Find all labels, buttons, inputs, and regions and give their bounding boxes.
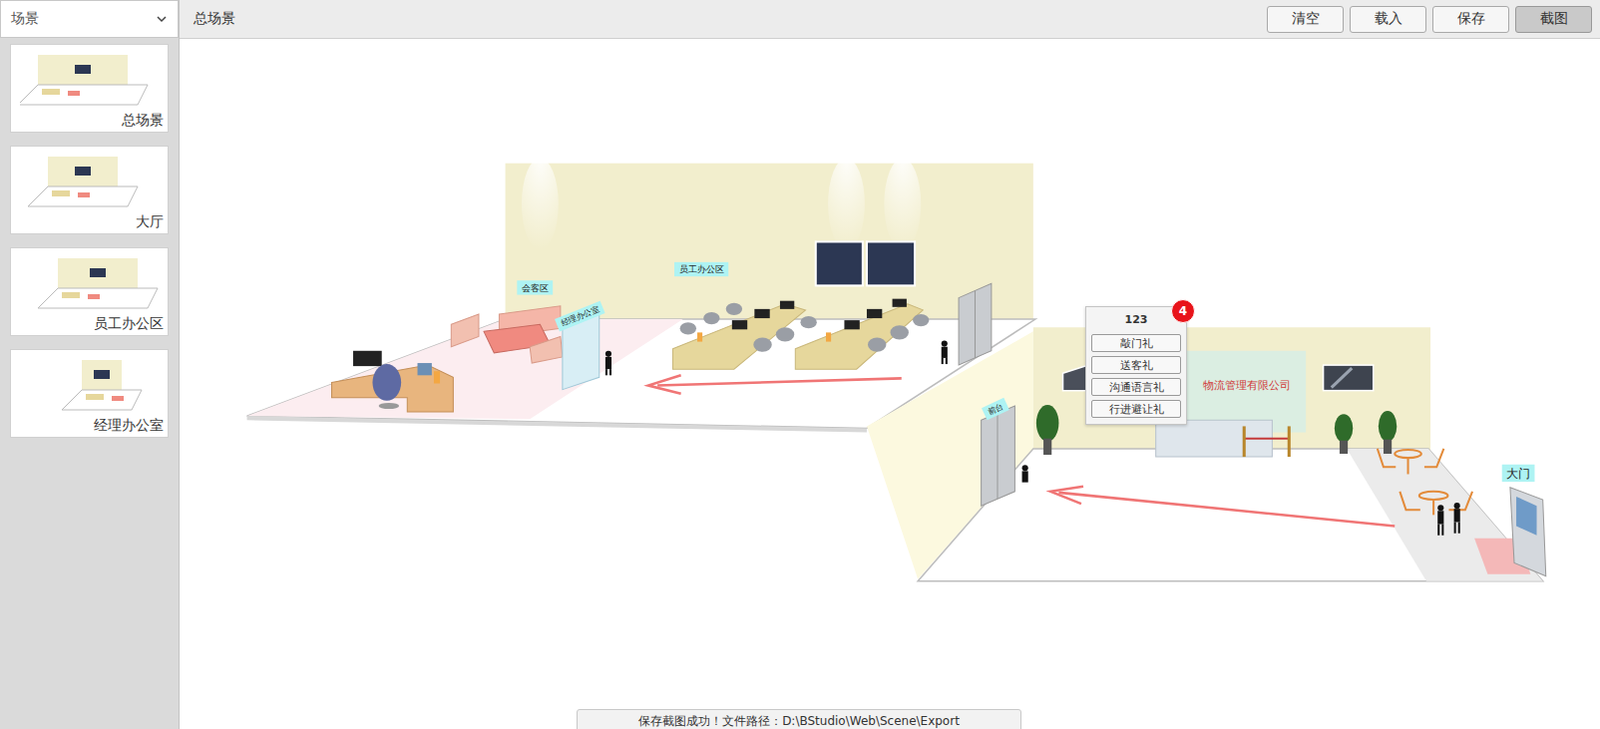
- manager-office-label-text: 经理办公室: [559, 304, 601, 329]
- popup-action-button[interactable]: 敲门礼: [1091, 334, 1182, 353]
- meeting-area-label-text: 会客区: [521, 282, 549, 294]
- gate-label: 大门: [1502, 464, 1536, 482]
- popup-action-button[interactable]: 送客礼: [1091, 356, 1182, 375]
- toolbar-button[interactable]: 载入: [1349, 5, 1427, 33]
- manager-office-label: 经理办公室: [554, 301, 606, 333]
- scene-card[interactable]: 经理办公室: [9, 349, 169, 438]
- staff-room: [247, 158, 1036, 433]
- scene-card[interactable]: 员工办公区: [9, 247, 169, 337]
- chevron-down-icon: [155, 12, 168, 25]
- action-popup: 123敲门礼送客礼沟通语言礼行进避让礼4: [1085, 306, 1188, 425]
- reception-label-text: 前台: [986, 400, 1006, 417]
- scene-card[interactable]: 大厅: [9, 145, 169, 235]
- gate-label-text: 大门: [1506, 466, 1531, 481]
- meeting-area-label: 会客区: [516, 280, 553, 295]
- popup-title: 123: [1125, 313, 1149, 328]
- lobby-room: [866, 327, 1547, 582]
- staff-area-label-text: 员工办公区: [679, 263, 725, 275]
- toolbar-button[interactable]: 保存: [1432, 5, 1510, 33]
- toolbar-button[interactable]: 清空: [1266, 5, 1344, 33]
- scene-thumbnail-icon: [19, 356, 160, 414]
- staff-area-label: 员工办公区: [674, 262, 729, 277]
- scene-dropdown[interactable]: 场景: [0, 0, 179, 38]
- dropdown-label: 场景: [10, 9, 39, 28]
- scene[interactable]: 会客区 员工办公区经理办公室前台大门 物流管理有限公司: [179, 38, 1600, 729]
- scene-canvas[interactable]: 会客区 员工办公区经理办公室前台大门 物流管理有限公司 123 敲门礼送客礼沟通语言礼…: [179, 38, 1600, 729]
- scene-thumbnail-icon: [19, 152, 160, 211]
- scene-card-label: 经理办公室: [93, 416, 168, 437]
- scene-title: 总场景: [193, 9, 236, 28]
- count-badge: 4: [1171, 299, 1196, 324]
- popup-action-button[interactable]: 沟通语言礼: [1091, 378, 1182, 397]
- reception-label: 前台: [981, 398, 1010, 420]
- scene-card-label: 总场景: [121, 111, 168, 132]
- toolbar: 总场景 清空载入保存截图: [179, 0, 1600, 39]
- scene-thumbnail-icon: [19, 50, 160, 109]
- scene-card[interactable]: 总场景: [9, 43, 169, 133]
- popup-action-button[interactable]: 行进避让礼: [1091, 400, 1182, 418]
- sidebar: 场景总场景大厅员工办公区经理办公室: [0, 0, 180, 729]
- scene-list: 总场景大厅员工办公区经理办公室: [0, 37, 179, 438]
- scene-thumbnail-icon: [19, 254, 160, 313]
- main-area: 总场景 清空载入保存截图: [179, 0, 1600, 729]
- toolbar-button[interactable]: 截图: [1515, 5, 1593, 33]
- scene-card-label: 员工办公区: [93, 315, 168, 336]
- scene-card-label: 大厅: [135, 213, 168, 234]
- toolbar-buttons: 清空载入保存截图: [1266, 5, 1593, 33]
- status-toast: 保存截图成功！文件路径：D:\BStudio\Web\Scene\Export: [576, 709, 1022, 729]
- company-sign: 物流管理有限公司: [1202, 379, 1291, 393]
